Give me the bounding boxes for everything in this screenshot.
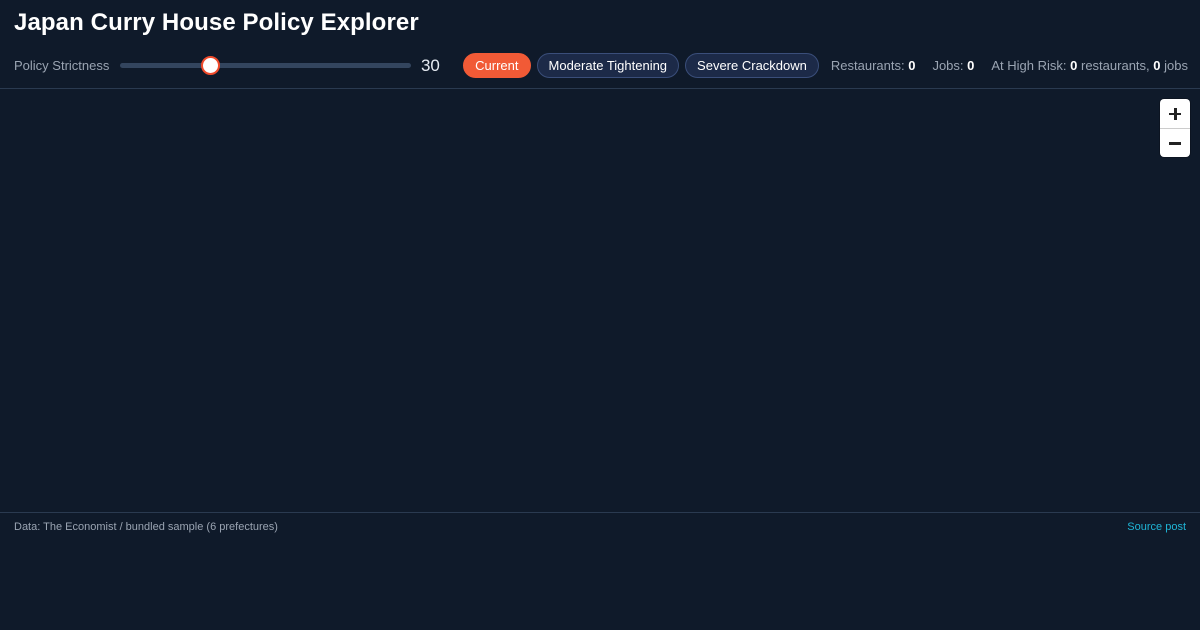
zoom-in-button[interactable] [1160, 99, 1190, 128]
minus-icon [1169, 141, 1181, 145]
stat-restaurants-value: 0 [908, 58, 916, 73]
stat-high-risk-restaurants-unit: restaurants, [1081, 58, 1150, 73]
stat-restaurants-label: Restaurants: [830, 58, 905, 73]
app-root: Japan Curry House Policy Explorer Policy… [0, 0, 1200, 630]
policy-strictness-value: 30 [420, 55, 440, 75]
preset-moderate-tightening-button[interactable]: Moderate Tightening [536, 53, 680, 78]
preset-severe-crackdown-button[interactable]: Severe Crackdown [685, 53, 819, 78]
zoom-out-button[interactable] [1160, 128, 1190, 157]
stat-high-risk-jobs-value: 0 [1153, 58, 1161, 73]
stat-jobs: Jobs: 0 [932, 58, 974, 73]
plus-icon [1169, 107, 1181, 120]
stat-restaurants: Restaurants: 0 [831, 58, 916, 73]
footer-divider [0, 512, 1200, 513]
policy-strictness-label: Policy Strictness [14, 58, 110, 73]
slider-track[interactable] [120, 63, 411, 68]
stat-jobs-label: Jobs: [932, 58, 964, 73]
stat-high-risk-jobs-unit: jobs [1164, 58, 1188, 73]
stat-high-risk-restaurants-value: 0 [1070, 58, 1078, 73]
source-post-link[interactable]: Source post [1127, 521, 1186, 533]
page-title: Japan Curry House Policy Explorer [14, 9, 419, 36]
stat-high-risk-label: At High Risk: [991, 58, 1067, 73]
preset-current-button[interactable]: Current [463, 53, 531, 78]
data-source-note: Data: The Economist / bundled sample (6 … [14, 521, 278, 533]
stat-high-risk: At High Risk: 0 restaurants, 0 jobs [991, 58, 1188, 73]
stat-jobs-value: 0 [967, 58, 975, 73]
controls-bar: Policy Strictness 30 Current Moderate Ti… [14, 52, 1188, 79]
slider-thumb[interactable] [201, 56, 221, 75]
policy-strictness-slider[interactable] [120, 52, 411, 79]
zoom-control [1160, 99, 1190, 157]
map-canvas[interactable] [0, 89, 1200, 512]
stats-summary: Restaurants: 0 Jobs: 0 At High Risk: 0 r… [831, 58, 1188, 73]
